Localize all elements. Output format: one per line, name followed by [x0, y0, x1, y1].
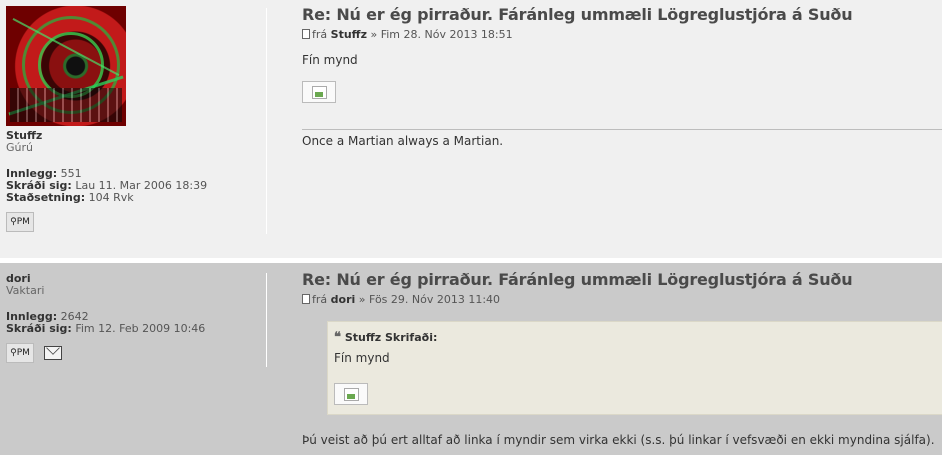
column-divider — [266, 273, 267, 367]
post-1: Stuffz Gúrú Innlegg: 551 Skráði sig: Lau… — [0, 0, 942, 258]
image-placeholder-icon — [344, 388, 359, 401]
post-1-profile: Stuffz Gúrú Innlegg: 551 Skráði sig: Lau… — [6, 6, 207, 232]
signature-divider — [302, 129, 942, 130]
post-icon[interactable] — [302, 29, 310, 39]
author-rank: Gúrú — [6, 141, 33, 154]
pm-icon: ⚲ — [10, 217, 17, 227]
quote-text: Fín mynd — [334, 351, 390, 365]
post-title[interactable]: Re: Nú er ég pirraður. Fáránleg ummæli L… — [302, 270, 942, 289]
meta-author[interactable]: dori — [331, 293, 356, 306]
email-icon[interactable] — [43, 346, 62, 360]
post-title[interactable]: Re: Nú er ég pirraður. Fáránleg ummæli L… — [302, 5, 942, 24]
quote-cite: Stuffz Skrifaði: — [344, 331, 438, 344]
broken-image[interactable] — [302, 81, 336, 103]
pm-icon: ⚲ — [10, 348, 17, 358]
post-meta: frá dori » Fös 29. Nóv 2013 11:40 — [302, 293, 942, 306]
quote-block: ❝ Stuffz Skrifaði: Fín mynd — [327, 321, 942, 415]
post-body: Fín mynd — [302, 53, 358, 67]
quote-icon: ❝ — [334, 330, 341, 345]
image-placeholder-icon — [312, 86, 327, 99]
pm-label: PM — [16, 217, 30, 227]
post-body: Þú veist að þú ert alltaf að linka í myn… — [302, 433, 935, 447]
pm-label: PM — [16, 348, 30, 358]
post-2-content: Re: Nú er ég pirraður. Fáránleg ummæli L… — [302, 270, 942, 306]
author-stats: Innlegg: 2642 Skráði sig: Fim 12. Feb 20… — [6, 311, 205, 335]
stat-label: Staðsetning: — [6, 191, 86, 204]
pm-button[interactable]: ⚲PM — [6, 212, 34, 232]
stat-label: Skráði sig: — [6, 322, 72, 335]
post-1-content: Re: Nú er ég pirraður. Fáránleg ummæli L… — [302, 5, 942, 103]
meta-prefix: frá — [312, 293, 328, 306]
pm-button[interactable]: ⚲PM — [6, 343, 34, 363]
post-2: dori Vaktari Innlegg: 2642 Skráði sig: F… — [0, 263, 942, 455]
meta-date: » Fim 28. Nóv 2013 18:51 — [370, 28, 513, 41]
post-2-profile: dori Vaktari Innlegg: 2642 Skráði sig: F… — [6, 273, 205, 363]
post-icon[interactable] — [302, 294, 310, 304]
stat-value: Fim 12. Feb 2009 10:46 — [75, 322, 206, 335]
meta-prefix: frá — [312, 28, 328, 41]
post-meta: frá Stuffz » Fim 28. Nóv 2013 18:51 — [302, 28, 942, 41]
signature: Once a Martian always a Martian. — [302, 134, 504, 148]
avatar — [6, 6, 126, 126]
author-name[interactable]: Stuffz — [6, 130, 207, 142]
author-stats: Innlegg: 551 Skráði sig: Lau 11. Mar 200… — [6, 168, 207, 204]
meta-date: » Fös 29. Nóv 2013 11:40 — [358, 293, 501, 306]
meta-author[interactable]: Stuffz — [331, 28, 367, 41]
author-rank: Vaktari — [6, 284, 45, 297]
broken-image[interactable] — [334, 383, 368, 405]
stat-value: 104 Rvk — [88, 191, 134, 204]
column-divider — [266, 8, 267, 234]
